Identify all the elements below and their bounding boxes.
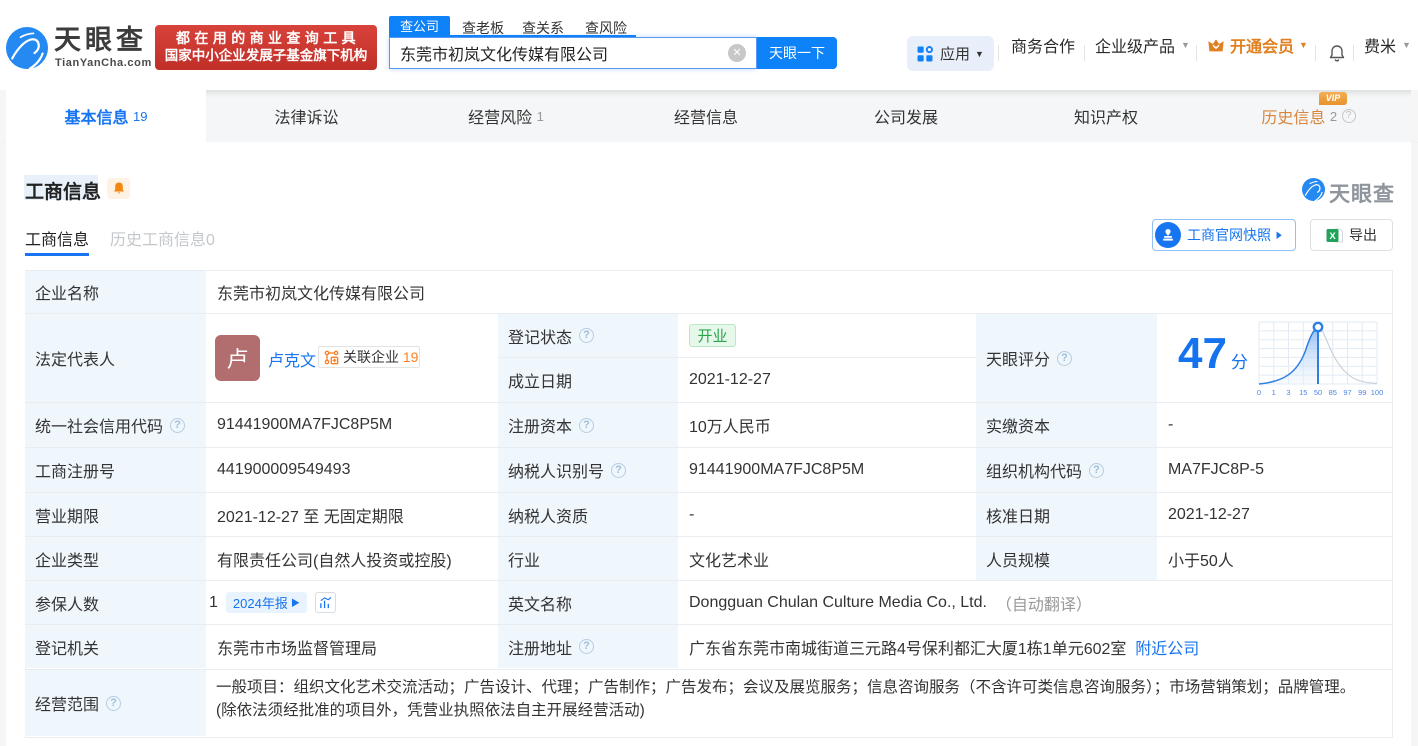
svg-text:1: 1 — [1272, 388, 1276, 397]
svg-text:15: 15 — [1299, 388, 1307, 397]
svg-text:85: 85 — [1329, 388, 1337, 397]
svg-text:50: 50 — [1314, 388, 1322, 397]
svg-text:99: 99 — [1358, 388, 1366, 397]
svg-text:97: 97 — [1343, 388, 1351, 397]
svg-text:100: 100 — [1371, 388, 1384, 397]
svg-text:0: 0 — [1257, 388, 1261, 397]
svg-text:X: X — [1329, 231, 1336, 242]
svg-text:3: 3 — [1286, 388, 1290, 397]
